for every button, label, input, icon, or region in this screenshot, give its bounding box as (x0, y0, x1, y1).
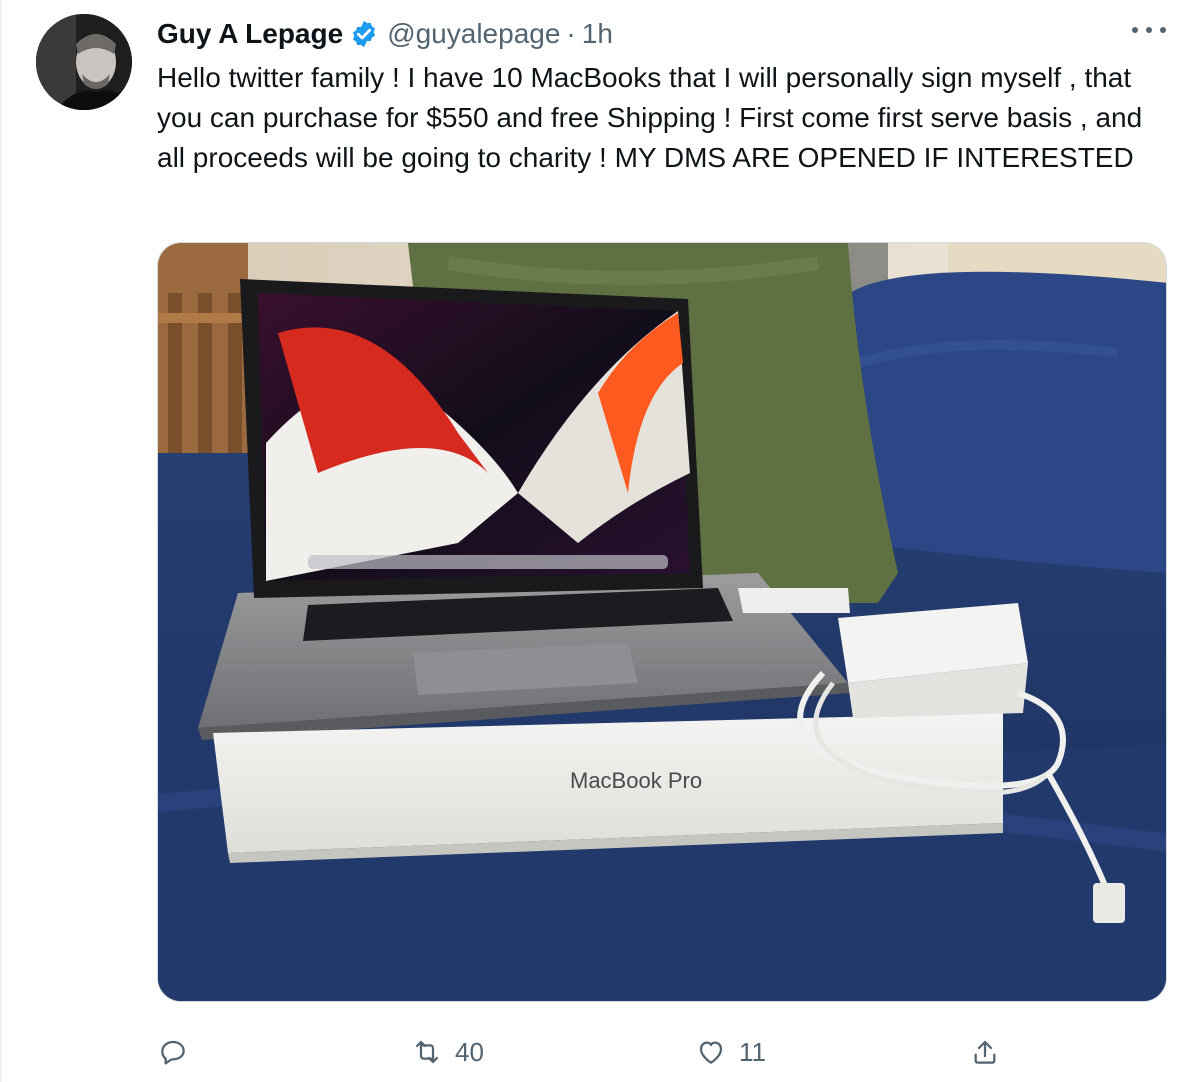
share-icon (974, 1040, 996, 1064)
retweet-count: 40 (455, 1036, 484, 1067)
author-name[interactable]: Guy A Lepage (157, 18, 343, 50)
heart-icon (699, 1041, 723, 1064)
reply-button[interactable] (157, 1030, 201, 1074)
box-label: MacBook Pro (570, 768, 702, 793)
tweet-actions: 40 11 (157, 1030, 1167, 1074)
like-count: 11 (739, 1036, 766, 1067)
tweet[interactable]: Guy A Lepage @guyalepage · 1h Hello twit… (0, 0, 1190, 1082)
tweet-text: Hello twitter family ! I have 10 MacBook… (157, 62, 1143, 173)
verified-badge-icon (349, 19, 379, 49)
avatar[interactable] (36, 14, 132, 110)
tweet-media-photo[interactable]: MacBook Pro (157, 242, 1167, 1002)
retweet-button[interactable]: 40 (411, 1030, 484, 1074)
more-icon[interactable] (1132, 20, 1166, 40)
tweet-timestamp[interactable]: 1h (582, 18, 613, 50)
like-button[interactable]: 11 (695, 1030, 766, 1074)
tweet-header: Guy A Lepage @guyalepage · 1h (157, 14, 613, 54)
retweet-icon (415, 1040, 439, 1064)
header-separator: · (566, 18, 576, 49)
author-handle[interactable]: @guyalepage (387, 18, 560, 50)
reply-icon (161, 1040, 185, 1065)
share-button[interactable] (969, 1030, 1001, 1074)
